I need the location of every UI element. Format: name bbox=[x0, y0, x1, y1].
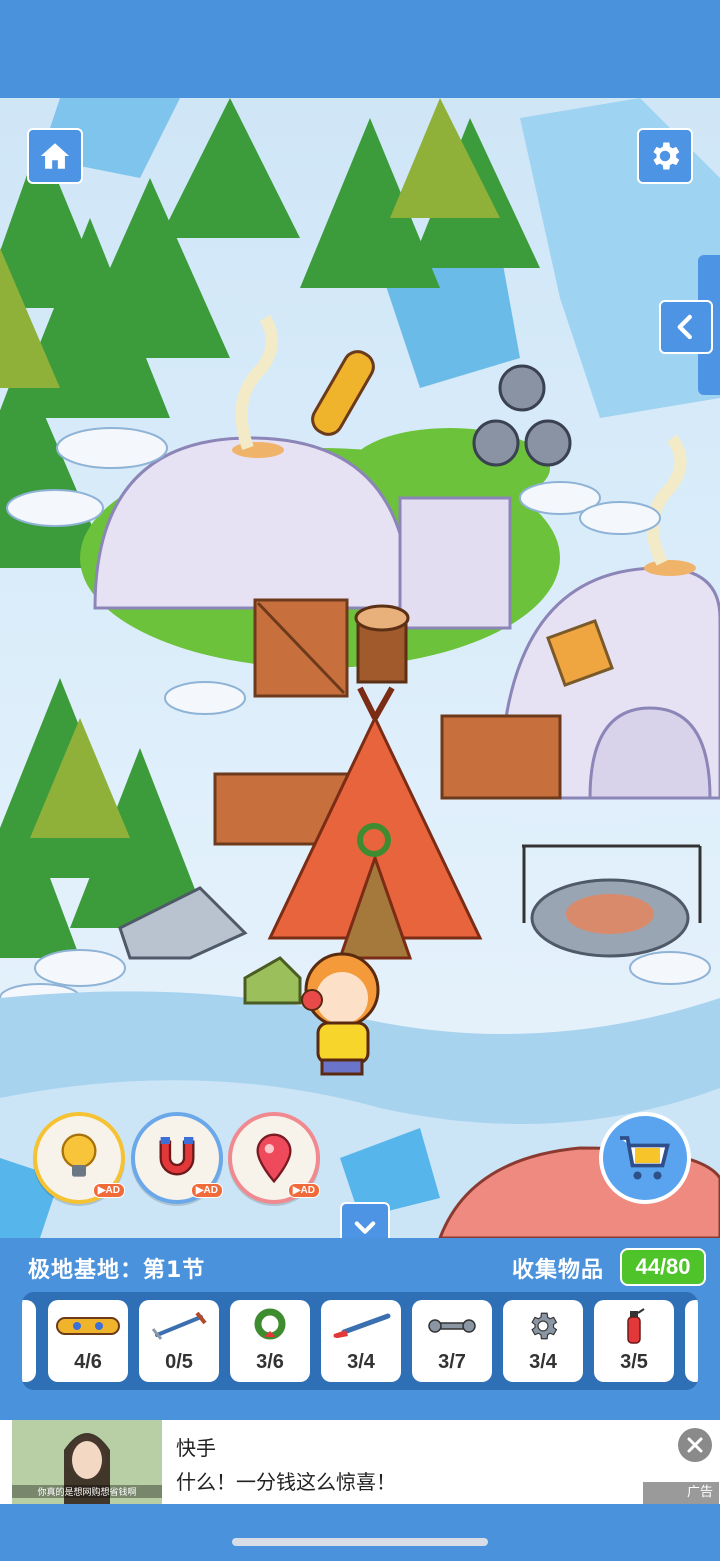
game-scene[interactable] bbox=[0, 98, 720, 1238]
gear-icon bbox=[653, 142, 680, 170]
hint-tool-button[interactable]: ▶AD bbox=[33, 1112, 125, 1204]
settings-button[interactable] bbox=[637, 128, 693, 184]
item-count: 3/4 bbox=[347, 1351, 375, 1373]
ad-close-button[interactable] bbox=[678, 1428, 712, 1462]
collected-items-label: 收集物品 bbox=[512, 1258, 605, 1283]
wreath-icon bbox=[254, 1308, 286, 1340]
bottom-bar bbox=[0, 1504, 720, 1561]
ad-badge: ▶AD bbox=[92, 1183, 125, 1198]
ad-badge: ▶AD bbox=[287, 1183, 320, 1198]
home-button[interactable] bbox=[27, 128, 83, 184]
ad-thumbnail-caption: 你真的是想网购想省钱啊 bbox=[12, 1485, 162, 1498]
item-slot-snowboard[interactable]: 4/6 bbox=[48, 1300, 128, 1382]
location-pin-icon bbox=[256, 1133, 292, 1184]
ad-badge: ▶AD bbox=[190, 1183, 223, 1198]
item-slot-wrench[interactable]: 3/7 bbox=[412, 1300, 492, 1382]
close-icon bbox=[687, 1437, 703, 1453]
item-slot-ice-pick[interactable]: 0/5 bbox=[139, 1300, 219, 1382]
chevron-down-icon bbox=[354, 1221, 376, 1234]
item-slot-fire-extinguisher[interactable]: 3/5 bbox=[594, 1300, 674, 1382]
item-slot-wreath[interactable]: 3/6 bbox=[230, 1300, 310, 1382]
chevron-left-icon bbox=[677, 314, 692, 340]
collected-items-count: 44/80 bbox=[620, 1248, 706, 1286]
home-indicator[interactable] bbox=[232, 1538, 488, 1546]
home-icon bbox=[40, 143, 70, 169]
item-count: 3/7 bbox=[438, 1351, 466, 1373]
ad-label: 广告 bbox=[643, 1482, 719, 1504]
top-bar bbox=[0, 0, 720, 98]
item-count: 3/4 bbox=[529, 1351, 557, 1373]
ad-text: 什么！一分钱这么惊喜！ bbox=[176, 1470, 396, 1494]
locate-tool-button[interactable]: ▶AD bbox=[228, 1112, 320, 1204]
item-count: 4/6 bbox=[74, 1351, 102, 1373]
level-title: 极地基地：第1节 bbox=[28, 1258, 206, 1283]
hockey-stick-icon bbox=[333, 1313, 391, 1338]
side-panel-toggle-button[interactable] bbox=[659, 300, 713, 354]
ad-thumbnail[interactable]: 你真的是想网购想省钱啊 bbox=[12, 1420, 162, 1504]
item-slot-gear[interactable]: 3/4 bbox=[503, 1300, 583, 1382]
magnet-tool-button[interactable]: ▶AD bbox=[131, 1112, 223, 1204]
ad-brand: 快手 bbox=[176, 1436, 216, 1460]
shop-cart-button[interactable] bbox=[599, 1112, 691, 1204]
item-count: 3/5 bbox=[620, 1351, 648, 1373]
item-tray[interactable]: 4/6 0/5 3/6 3/4 3/7 3/4 3/5 bbox=[22, 1292, 698, 1390]
magnet-icon bbox=[159, 1137, 195, 1176]
item-slot-partial bbox=[685, 1300, 698, 1382]
shopping-cart-icon bbox=[620, 1136, 670, 1180]
wrench-icon bbox=[428, 1319, 476, 1333]
item-count: 3/6 bbox=[256, 1351, 284, 1373]
lightbulb-icon bbox=[61, 1133, 97, 1177]
item-count: 0/5 bbox=[165, 1351, 193, 1373]
snowboard-icon bbox=[56, 1317, 120, 1335]
gear-icon bbox=[531, 1312, 558, 1340]
scene-illustration bbox=[0, 98, 720, 1238]
item-slot-partial bbox=[22, 1300, 36, 1382]
fire-extinguisher-icon bbox=[627, 1308, 645, 1344]
item-slot-hockey-stick[interactable]: 3/4 bbox=[321, 1300, 401, 1382]
ice-pick-icon bbox=[151, 1311, 207, 1340]
